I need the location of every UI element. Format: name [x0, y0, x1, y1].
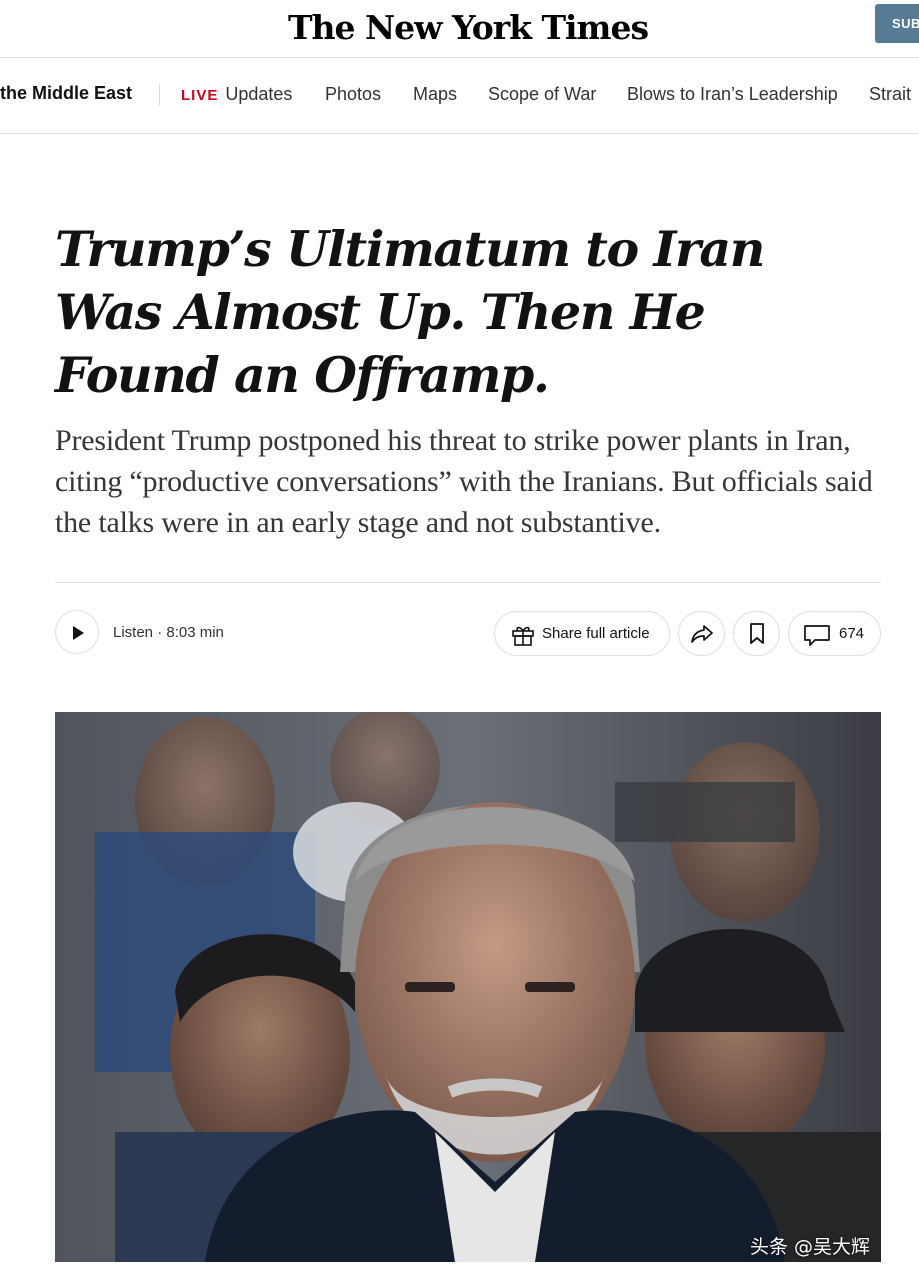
nav-section-title[interactable]: the Middle East [0, 83, 132, 104]
section-nav: the Middle East LIVE Updates Photos Maps … [0, 58, 919, 134]
comments-button[interactable]: 674 [788, 611, 881, 656]
lead-photo-image [55, 712, 881, 1262]
nav-divider [159, 84, 160, 106]
share-arrow-icon [691, 625, 713, 643]
nav-item-scope-of-war[interactable]: Scope of War [488, 84, 596, 105]
play-icon [73, 626, 84, 640]
subscribe-button[interactable]: SUB [875, 4, 919, 43]
watermark-text: 头条 @吴大辉 [750, 1236, 871, 1258]
nav-item-blows-to-irans-leadership[interactable]: Blows to Iran’s Leadership [627, 84, 838, 105]
gift-icon [512, 626, 534, 646]
nav-item-maps[interactable]: Maps [413, 84, 457, 105]
nyt-logo[interactable]: The New York Times [0, 6, 919, 50]
live-tag: LIVE [181, 87, 219, 104]
bookmark-icon [750, 623, 764, 644]
nav-item-photos[interactable]: Photos [325, 84, 381, 105]
listen-play-button[interactable] [55, 610, 99, 654]
share-full-article-button[interactable]: Share full article [494, 611, 670, 656]
article-headline: Trump’s Ultimatum to Iran Was Almost Up.… [55, 220, 765, 404]
nav-item-live-updates[interactable]: LIVE Updates [181, 84, 292, 105]
comment-count: 674 [839, 625, 865, 642]
save-bookmark-button[interactable] [733, 611, 780, 656]
nav-item-label: Updates [225, 84, 293, 104]
masthead: The New York Times SUB [0, 0, 919, 58]
share-full-article-label: Share full article [542, 625, 650, 642]
nav-item-strait[interactable]: Strait [869, 84, 911, 105]
listen-duration: Listen · 8:03 min [113, 624, 224, 641]
comment-icon [804, 625, 830, 646]
lead-photo[interactable] [55, 712, 881, 1262]
share-button[interactable] [678, 611, 725, 656]
divider-rule [55, 582, 881, 583]
article-summary: President Trump postponed his threat to … [55, 424, 873, 539]
